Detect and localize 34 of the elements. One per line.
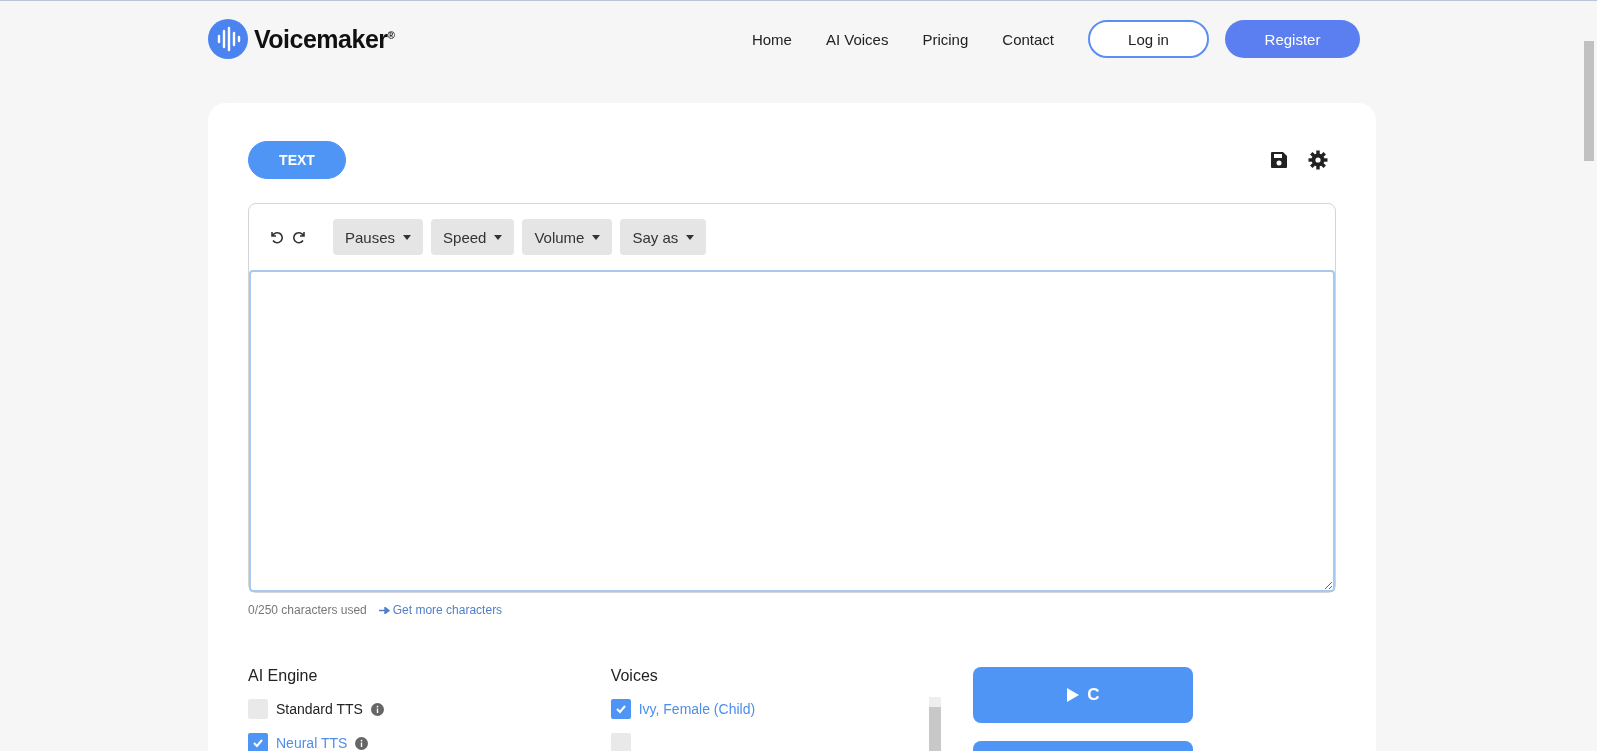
caret-icon <box>592 234 601 240</box>
section-title: Voices <box>610 667 659 685</box>
nav-link[interactable]: Home <box>751 30 792 48</box>
info-icon[interactable] <box>355 736 369 750</box>
arrow-icon <box>378 606 390 614</box>
checkbox[interactable] <box>610 699 631 719</box>
logo-icon <box>208 19 248 59</box>
option-label[interactable]: Standard TTS <box>276 701 363 717</box>
save-icon[interactable] <box>1270 151 1288 169</box>
dropdown-button[interactable]: Say as <box>620 219 707 255</box>
checkbox[interactable] <box>248 733 268 751</box>
caret-icon <box>403 234 412 240</box>
redo-icon[interactable] <box>293 230 307 244</box>
caret-icon <box>494 234 503 240</box>
nav-link[interactable]: AI Voices <box>825 30 889 48</box>
nav-link[interactable]: Contact <box>1002 30 1054 48</box>
dropdown-button[interactable]: Volume <box>522 219 613 255</box>
play-icon <box>1067 688 1080 702</box>
section-title: AI Engine <box>248 667 319 685</box>
info-icon[interactable] <box>370 702 384 716</box>
text-input-field[interactable] <box>249 270 1335 592</box>
caret-icon <box>686 234 695 240</box>
undo-icon[interactable] <box>269 230 283 244</box>
login-button[interactable]: Log in <box>1088 20 1209 58</box>
register-button[interactable]: Register <box>1225 20 1360 58</box>
nav-link[interactable]: Pricing <box>922 30 969 48</box>
logo-text: Voicemaker$^{®}$ <box>254 24 395 54</box>
more-characters-link[interactable]: Get more characters <box>378 603 503 617</box>
page-scrollbar[interactable] <box>1584 41 1594 161</box>
dropdown-button[interactable]: Pauses <box>333 219 424 255</box>
dropdown-button[interactable]: Speed <box>431 219 515 255</box>
scrollbar[interactable] <box>928 697 941 751</box>
character-count: 0/250 characters used <box>248 603 367 617</box>
settings-icon[interactable] <box>1308 150 1328 170</box>
